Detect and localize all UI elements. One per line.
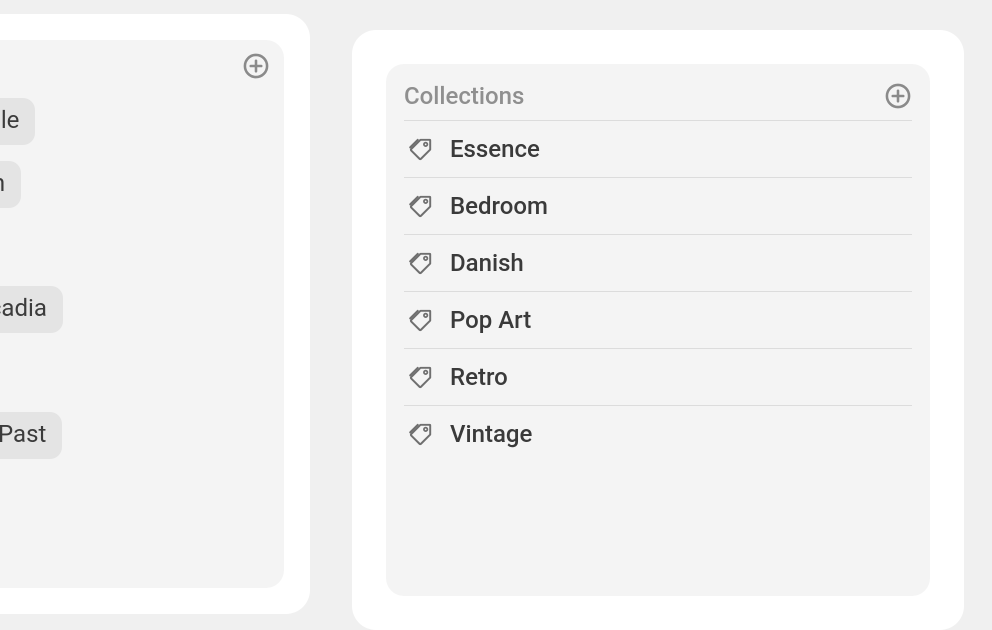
collection-item[interactable]: Pop Art <box>404 292 912 349</box>
collection-label: Danish <box>450 249 524 277</box>
collections-panel: Collections Essence Bedroom Danish Pop Art R… <box>386 64 930 596</box>
tag-icon <box>408 136 434 162</box>
tag-icon <box>408 250 434 276</box>
tags-row: UsedRelics of the Past <box>0 412 272 459</box>
collections-list: Essence Bedroom Danish Pop Art Retro Vintage <box>404 120 912 462</box>
collections-card: Collections Essence Bedroom Danish Pop Art R… <box>352 30 964 630</box>
collection-label: Bedroom <box>450 192 548 220</box>
tags-card: 2024-05 Sale PreorderLuba Lynn WiredIP67 R… <box>0 14 310 614</box>
tags-panel: 2024-05 Sale PreorderLuba Lynn WiredIP67 R… <box>0 40 284 588</box>
tag-chip[interactable]: 2024-05 Sale <box>0 98 35 145</box>
collection-item[interactable]: Vintage <box>404 406 912 462</box>
tag-icon <box>408 364 434 390</box>
collection-label: Essence <box>450 135 540 163</box>
collections-title: Collections <box>404 82 524 110</box>
tag-chip[interactable]: Luba Lynn <box>0 161 21 208</box>
tags-row: Noir ArchitectsArcadia <box>0 286 272 333</box>
tags-list: 2024-05 Sale PreorderLuba Lynn WiredIP67 R… <box>0 98 284 522</box>
collection-label: Vintage <box>450 420 532 448</box>
tag-chip[interactable]: Arcadia <box>0 286 63 333</box>
plus-circle-icon <box>884 82 912 110</box>
tags-row: WiredIP67 Rated <box>0 224 272 271</box>
tags-row: UsedHigh Alpine <box>0 475 272 522</box>
collection-item[interactable]: Retro <box>404 349 912 406</box>
add-collection-button[interactable] <box>884 82 912 110</box>
tags-row: Mark Summers <box>0 349 272 396</box>
collection-label: Retro <box>450 363 508 391</box>
tag-icon <box>408 193 434 219</box>
collection-item[interactable]: Danish <box>404 235 912 292</box>
tags-row: PreorderLuba Lynn <box>0 161 272 208</box>
tag-icon <box>408 421 434 447</box>
tag-chip[interactable]: Relics of the Past <box>0 412 62 459</box>
collection-item[interactable]: Essence <box>404 121 912 178</box>
tag-icon <box>408 307 434 333</box>
collection-item[interactable]: Bedroom <box>404 178 912 235</box>
tags-row: 2024-05 Sale <box>0 98 272 145</box>
plus-circle-icon <box>242 52 270 80</box>
collection-label: Pop Art <box>450 306 531 334</box>
add-tag-button[interactable] <box>242 52 270 80</box>
